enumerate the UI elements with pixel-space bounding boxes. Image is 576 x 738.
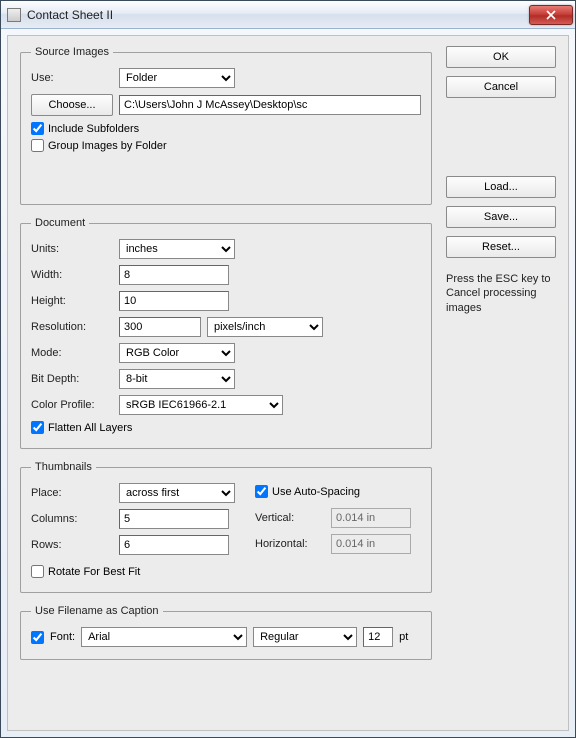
mode-label: Mode: bbox=[31, 347, 113, 359]
colorprofile-select[interactable]: sRGB IEC61966-2.1 bbox=[119, 395, 283, 415]
bitdepth-label: Bit Depth: bbox=[31, 373, 113, 385]
left-column: Source Images Use: Folder Choose... Incl… bbox=[20, 46, 432, 718]
height-label: Height: bbox=[31, 295, 113, 307]
mode-select[interactable]: RGB Color bbox=[119, 343, 235, 363]
width-label: Width: bbox=[31, 269, 113, 281]
reset-button[interactable]: Reset... bbox=[446, 236, 556, 258]
include-subfolders-checkbox[interactable] bbox=[31, 122, 44, 135]
include-subfolders-label: Include Subfolders bbox=[48, 123, 139, 135]
rows-field[interactable] bbox=[119, 535, 229, 555]
source-legend: Source Images bbox=[31, 46, 113, 58]
resolution-unit-select[interactable]: pixels/inch bbox=[207, 317, 323, 337]
place-select[interactable]: across first bbox=[119, 483, 235, 503]
columns-label: Columns: bbox=[31, 513, 113, 525]
client-area: Source Images Use: Folder Choose... Incl… bbox=[7, 35, 569, 731]
load-button[interactable]: Load... bbox=[446, 176, 556, 198]
document-legend: Document bbox=[31, 217, 89, 229]
font-size-unit: pt bbox=[399, 631, 408, 643]
caption-group: Use Filename as Caption Font: Arial Regu… bbox=[20, 605, 432, 660]
units-label: Units: bbox=[31, 243, 113, 255]
titlebar: Contact Sheet II bbox=[1, 1, 575, 29]
font-style-select[interactable]: Regular bbox=[253, 627, 357, 647]
dialog-window: Contact Sheet II Source Images Use: Fold… bbox=[0, 0, 576, 738]
save-button[interactable]: Save... bbox=[446, 206, 556, 228]
rotate-label: Rotate For Best Fit bbox=[48, 566, 140, 578]
auto-spacing-checkbox[interactable] bbox=[255, 485, 268, 498]
choose-button[interactable]: Choose... bbox=[31, 94, 113, 116]
resolution-field[interactable] bbox=[119, 317, 201, 337]
vertical-field bbox=[331, 508, 411, 528]
units-select[interactable]: inches bbox=[119, 239, 235, 259]
horizontal-field bbox=[331, 534, 411, 554]
close-button[interactable] bbox=[529, 5, 573, 25]
use-label: Use: bbox=[31, 72, 113, 84]
flatten-checkbox[interactable] bbox=[31, 421, 44, 434]
resolution-label: Resolution: bbox=[31, 321, 113, 333]
font-size-field[interactable] bbox=[363, 627, 393, 647]
group-by-folder-checkbox[interactable] bbox=[31, 139, 44, 152]
thumbnails-group: Thumbnails Place: across first Columns: … bbox=[20, 461, 432, 593]
group-by-folder-label: Group Images by Folder bbox=[48, 140, 167, 152]
app-icon bbox=[7, 8, 21, 22]
colorprofile-label: Color Profile: bbox=[31, 399, 113, 411]
ok-button[interactable]: OK bbox=[446, 46, 556, 68]
auto-spacing-label: Use Auto-Spacing bbox=[272, 486, 360, 498]
close-icon bbox=[546, 10, 556, 20]
place-label: Place: bbox=[31, 487, 113, 499]
cancel-button[interactable]: Cancel bbox=[446, 76, 556, 98]
width-field[interactable] bbox=[119, 265, 229, 285]
esc-hint: Press the ESC key to Cancel processing i… bbox=[446, 272, 556, 315]
rotate-checkbox[interactable] bbox=[31, 565, 44, 578]
source-images-group: Source Images Use: Folder Choose... Incl… bbox=[20, 46, 432, 205]
font-select[interactable]: Arial bbox=[81, 627, 247, 647]
height-field[interactable] bbox=[119, 291, 229, 311]
flatten-label: Flatten All Layers bbox=[48, 422, 132, 434]
font-label: Font: bbox=[50, 631, 75, 643]
window-title: Contact Sheet II bbox=[27, 8, 113, 22]
bitdepth-select[interactable]: 8-bit bbox=[119, 369, 235, 389]
columns-field[interactable] bbox=[119, 509, 229, 529]
path-field[interactable] bbox=[119, 95, 421, 115]
caption-enable-checkbox[interactable] bbox=[31, 631, 44, 644]
caption-legend: Use Filename as Caption bbox=[31, 605, 163, 617]
thumbnails-legend: Thumbnails bbox=[31, 461, 96, 473]
right-column: OK Cancel Load... Save... Reset... Press… bbox=[446, 46, 556, 718]
use-select[interactable]: Folder bbox=[119, 68, 235, 88]
horizontal-label: Horizontal: bbox=[255, 538, 325, 550]
vertical-label: Vertical: bbox=[255, 512, 325, 524]
rows-label: Rows: bbox=[31, 539, 113, 551]
document-group: Document Units: inches Width: Height: Re… bbox=[20, 217, 432, 449]
